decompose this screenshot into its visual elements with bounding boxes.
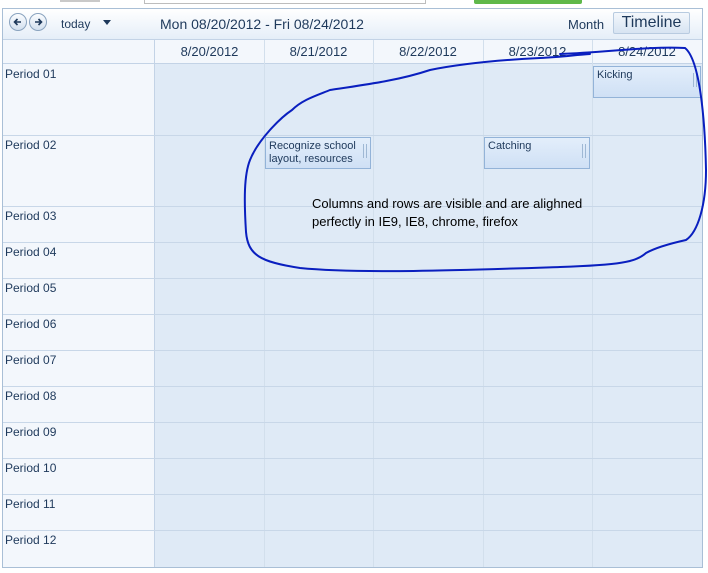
hand-drawn-circle [243, 46, 708, 273]
